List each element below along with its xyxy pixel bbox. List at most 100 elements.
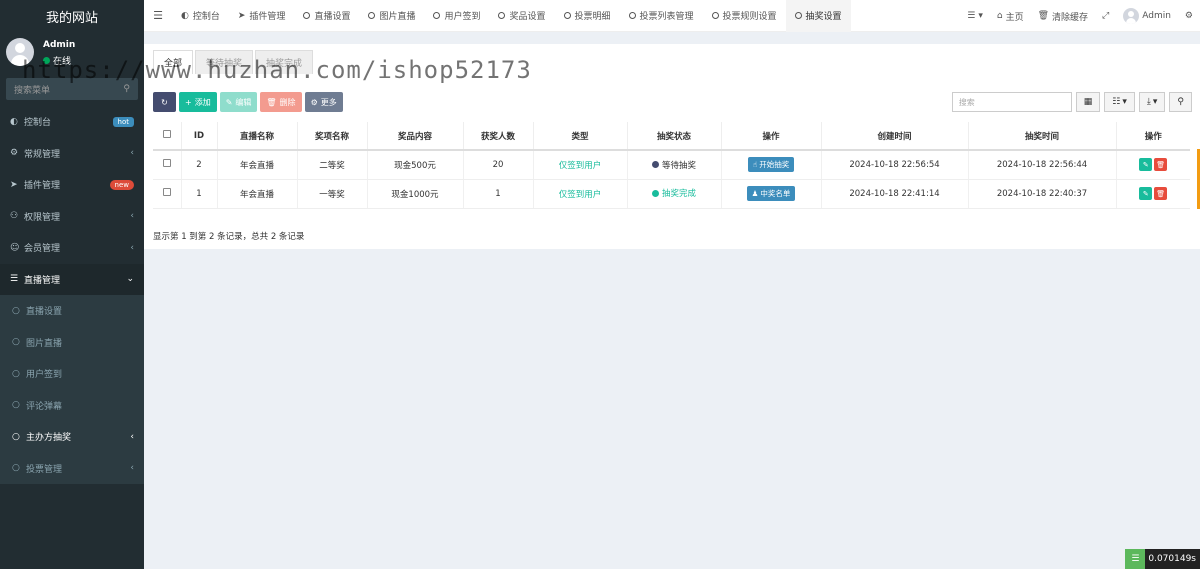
- cell-operate: ✎ 🗑: [1116, 179, 1190, 209]
- tab-dashboard[interactable]: ◐ 控制台: [172, 0, 229, 32]
- col-drawn[interactable]: 抽奖时间: [968, 122, 1117, 151]
- sidebar-item-auth[interactable]: ⚇ 权限管理 ‹: [0, 201, 144, 233]
- col-created[interactable]: 创建时间: [821, 122, 969, 151]
- row-edit-button[interactable]: ✎: [1139, 158, 1153, 172]
- cell-id: 2: [181, 150, 218, 180]
- dashboard-icon: ◐: [10, 116, 18, 127]
- brand-logo[interactable]: 我的网站: [0, 0, 144, 32]
- col-prize[interactable]: 奖品内容: [367, 122, 464, 151]
- status-badge[interactable]: 等待抽奖: [651, 159, 696, 171]
- add-button[interactable]: + 添加: [179, 92, 217, 112]
- sidebar-item-live[interactable]: ☰ 直播管理 ⌄: [0, 263, 144, 295]
- fullscreen-button[interactable]: ⤢: [1095, 11, 1116, 21]
- list-icon: ☰: [10, 274, 19, 285]
- col-live-name[interactable]: 直播名称: [217, 122, 298, 151]
- edit-button[interactable]: ✎ 编辑: [219, 92, 258, 112]
- tab-all[interactable]: 全部: [153, 50, 194, 74]
- tab-plugins[interactable]: ➤ 插件管理: [229, 0, 295, 32]
- tab-dropdown-button[interactable]: ☰ ▾: [960, 11, 990, 21]
- row-checkbox[interactable]: [162, 188, 171, 196]
- tab-vote-detail[interactable]: 投票明细: [555, 0, 620, 32]
- more-button[interactable]: ⚙ 更多: [304, 92, 343, 112]
- circle-icon: ○: [12, 463, 20, 474]
- col-award-name[interactable]: 奖项名称: [297, 122, 368, 151]
- sidebar-item-vote[interactable]: ○ 投票管理 ‹: [0, 452, 144, 484]
- sidebar-item-plugins[interactable]: ➤ 插件管理 new: [0, 169, 144, 201]
- col-id[interactable]: ID: [181, 122, 218, 151]
- dashboard-icon: ◐: [181, 10, 189, 21]
- lottery-table: ID 直播名称 奖项名称 奖品内容 获奖人数 类型 抽奖状态 操作 创建时间 抽…: [153, 122, 1190, 209]
- select-all-header[interactable]: [153, 122, 182, 151]
- chevron-left-icon: ‹: [130, 148, 134, 159]
- caret-down-icon: ▾: [1152, 97, 1158, 107]
- sidebar-item-lottery[interactable]: ○ 主办方抽奖 ‹: [0, 421, 144, 453]
- col-state[interactable]: 抽奖状态: [627, 122, 722, 151]
- tab-waiting[interactable]: 等待抽奖: [195, 50, 254, 74]
- sidebar-item-general[interactable]: ⚙ 常规管理 ‹: [0, 138, 144, 170]
- sidebar-item-danmaku[interactable]: ○ 评论弹幕: [0, 389, 144, 421]
- pagination-info: 显示第 1 到第 2 条记录，总共 2 条记录: [153, 232, 305, 242]
- tab-lottery-settings[interactable]: 抽奖设置: [785, 0, 851, 32]
- tab-live-settings[interactable]: 直播设置: [294, 0, 359, 32]
- refresh-button[interactable]: ↻: [153, 92, 176, 112]
- tab-vote-list[interactable]: 投票列表管理: [620, 0, 703, 32]
- export-button[interactable]: ⤓ ▾: [1138, 92, 1166, 112]
- circle-icon: [628, 12, 636, 19]
- table-search-input[interactable]: 搜索: [951, 92, 1072, 112]
- menu-toggle-icon[interactable]: ☰: [144, 9, 172, 22]
- delete-button[interactable]: 🗑 删除: [260, 92, 302, 112]
- toolbar-right: 搜索 ▦ ☷ ▾ ⤓ ▾ ⚲: [951, 92, 1192, 112]
- winner-list-button[interactable]: ♟ 中奖名单: [746, 186, 796, 201]
- settings-icon[interactable]: ⚙: [1178, 11, 1200, 21]
- tab-photo-live[interactable]: 图片直播: [359, 0, 424, 32]
- start-lottery-button[interactable]: ☝ 开始抽奖: [747, 157, 795, 173]
- clear-cache-button[interactable]: 🗑 清除缓存: [1031, 10, 1095, 23]
- sidebar-item-members[interactable]: ☺ 会员管理 ‹: [0, 232, 144, 264]
- cell-type: 仅签到用户: [533, 150, 628, 180]
- cell-drawn: 2024-10-18 22:56:44: [968, 150, 1117, 180]
- cell-state: 等待抽奖: [627, 150, 722, 180]
- tab-vote-rules[interactable]: 投票规则设置: [703, 0, 786, 32]
- circle-icon: ○: [12, 368, 20, 379]
- type-label[interactable]: 仅签到用户: [559, 161, 602, 171]
- row-delete-button[interactable]: 🗑: [1154, 158, 1168, 172]
- row-edit-button[interactable]: ✎: [1139, 187, 1153, 200]
- col-type[interactable]: 类型: [533, 122, 628, 151]
- sidebar-item-dashboard[interactable]: ◐ 控制台 hot: [0, 106, 144, 138]
- user-menu[interactable]: Admin: [1116, 8, 1178, 24]
- refresh-icon: ↻: [161, 97, 168, 107]
- top-navbar: ☰ ◐ 控制台 ➤ 插件管理 直播设置 图片直播 用户签到 奖品设置 投票明细 投票…: [144, 0, 1200, 32]
- tab-signin[interactable]: 用户签到: [424, 0, 489, 32]
- cell-action: ☝ 开始抽奖: [721, 150, 822, 180]
- search-icon[interactable]: ⚲: [123, 84, 130, 94]
- row-checkbox[interactable]: [162, 159, 171, 168]
- circle-icon: [368, 12, 376, 19]
- status-badge[interactable]: 抽奖完成: [651, 187, 696, 199]
- columns-button[interactable]: ☷ ▾: [1104, 92, 1135, 112]
- table-row: 2 年会直播 二等奖 现金500元 20 仅签到用户 等待抽奖 ☝ 开始抽奖 20…: [153, 150, 1190, 180]
- rocket-icon: ➤: [237, 10, 246, 21]
- advanced-search-button[interactable]: ⚲: [1169, 92, 1192, 112]
- circle-icon: [433, 12, 441, 19]
- filter-tabs: 全部 等待抽奖 抽奖完成: [153, 50, 314, 74]
- type-label[interactable]: 仅签到用户: [559, 190, 602, 200]
- circle-icon: [303, 12, 311, 19]
- home-link[interactable]: ⌂ 主页: [990, 10, 1031, 23]
- circle-icon: ○: [12, 305, 20, 316]
- tab-prize-settings[interactable]: 奖品设置: [489, 0, 554, 32]
- col-winner-count[interactable]: 获奖人数: [463, 122, 534, 151]
- cell-winner-count: 20: [463, 150, 534, 180]
- caret-down-icon: ▾: [978, 11, 983, 21]
- sidebar-item-live-settings[interactable]: ○ 直播设置: [0, 295, 144, 327]
- cell-id: 1: [181, 179, 218, 209]
- sidebar-item-signin[interactable]: ○ 用户签到: [0, 358, 144, 390]
- toggle-view-button[interactable]: ▦: [1075, 92, 1101, 112]
- chevron-left-icon: ‹: [130, 242, 134, 253]
- tab-completed[interactable]: 抽奖完成: [255, 50, 314, 74]
- sidebar-search-input[interactable]: 搜索菜单 ⚲: [6, 78, 138, 100]
- sidebar-item-photo-live[interactable]: ○ 图片直播: [0, 326, 144, 358]
- select-all-checkbox[interactable]: [162, 130, 171, 138]
- row-delete-button[interactable]: 🗑: [1154, 187, 1168, 200]
- cell-winner-count: 1: [463, 179, 534, 209]
- cell-created: 2024-10-18 22:41:14: [821, 179, 969, 209]
